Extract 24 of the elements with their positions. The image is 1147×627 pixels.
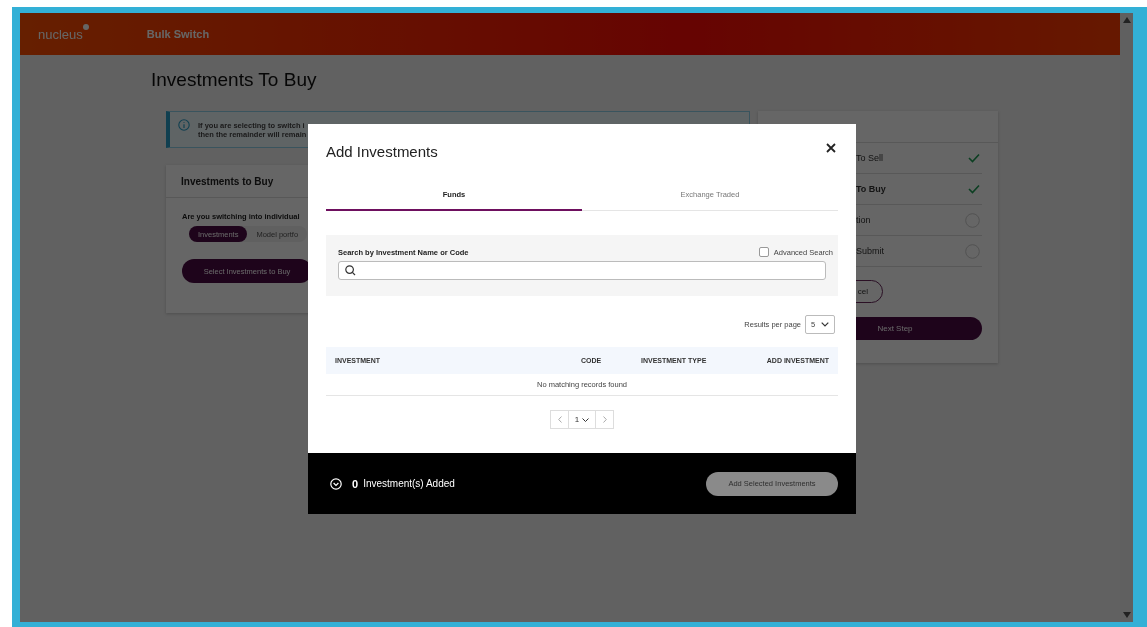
next-page-button[interactable] — [595, 410, 614, 429]
step-label: To Sell — [856, 153, 883, 163]
added-count: 0 — [352, 477, 359, 490]
search-field[interactable] — [338, 261, 826, 280]
chevron-down-icon — [582, 417, 590, 422]
chevron-down-icon — [821, 322, 829, 327]
search-icon — [345, 265, 356, 276]
added-label: Investment(s) Added — [363, 478, 455, 489]
step-label: tion — [856, 215, 871, 225]
checkbox[interactable] — [758, 247, 769, 257]
previous-page-button[interactable] — [550, 410, 569, 429]
step-label: To Buy — [856, 184, 886, 194]
page-title: Investments To Buy — [151, 69, 318, 92]
modal-title: Add Investments — [326, 143, 438, 160]
nav-link[interactable]: Bulk Switch — [146, 28, 210, 40]
page-select[interactable]: 1 — [569, 410, 595, 429]
chevron-circle-icon[interactable] — [330, 477, 342, 490]
card-title: Investments to Buy — [181, 176, 274, 187]
info-icon — [178, 119, 190, 131]
logo[interactable]: nucleus — [38, 26, 89, 42]
chevron-right-icon — [602, 416, 607, 423]
close-icon[interactable] — [826, 143, 836, 153]
step-label: Submit — [856, 246, 884, 256]
chevron-left-icon — [557, 416, 562, 423]
